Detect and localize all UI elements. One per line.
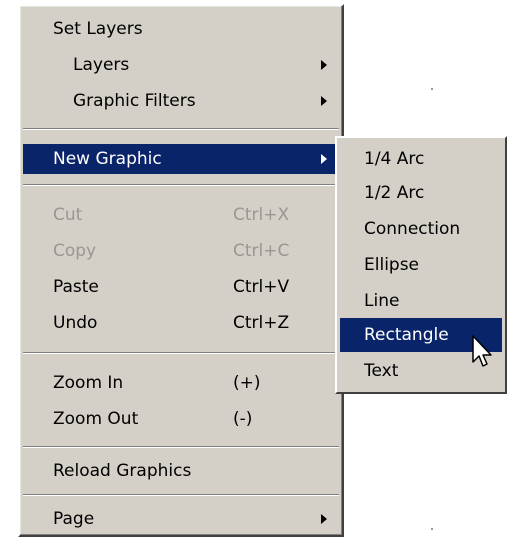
menu-item-reload-graphics[interactable]: Reload Graphics bbox=[23, 456, 339, 486]
submenu-item-label: 1/4 Arc bbox=[364, 149, 425, 169]
menu-item-label: New Graphic bbox=[53, 149, 162, 169]
background-speck bbox=[431, 88, 433, 90]
submenu-arrow-icon bbox=[321, 154, 327, 164]
menu-item-label: Reload Graphics bbox=[53, 461, 192, 481]
menu-item-shortcut: Ctrl+C bbox=[233, 241, 290, 261]
menu-item-label: Layers bbox=[73, 55, 130, 75]
menu-item-paste[interactable]: Paste Ctrl+V bbox=[23, 272, 339, 302]
menu-item-label: Undo bbox=[53, 313, 98, 333]
submenu-item-label: Line bbox=[364, 291, 400, 311]
menu-separator bbox=[23, 446, 339, 448]
submenu-item-half-arc[interactable]: 1/2 Arc bbox=[340, 176, 502, 210]
submenu-item-label: Connection bbox=[364, 219, 461, 239]
menu-item-shortcut: Ctrl+Z bbox=[233, 313, 290, 333]
menu-item-label: Set Layers bbox=[53, 19, 143, 39]
menu-separator bbox=[23, 184, 339, 186]
submenu-item-label: Ellipse bbox=[364, 255, 420, 275]
menu-item-shortcut: (+) bbox=[233, 373, 261, 393]
menu-item-label: Graphic Filters bbox=[73, 91, 196, 111]
mouse-pointer-icon bbox=[472, 335, 492, 367]
submenu-item-label: Rectangle bbox=[364, 325, 449, 345]
menu-separator bbox=[23, 352, 339, 354]
menu-item-shortcut: Ctrl+X bbox=[233, 205, 290, 225]
menu-item-label: Cut bbox=[53, 205, 83, 225]
submenu-arrow-icon bbox=[321, 96, 327, 106]
screen: Set Layers Layers Graphic Filters New Gr… bbox=[0, 0, 526, 541]
menu-item-zoom-out[interactable]: Zoom Out (-) bbox=[23, 404, 339, 434]
menu-item-new-graphic[interactable]: New Graphic bbox=[23, 144, 339, 174]
menu-separator bbox=[23, 494, 339, 496]
menu-item-label: Page bbox=[53, 509, 95, 529]
submenu-arrow-icon bbox=[321, 60, 327, 70]
submenu-item-line[interactable]: Line bbox=[340, 284, 502, 318]
menu-item-set-layers[interactable]: Set Layers bbox=[23, 14, 339, 44]
menu-item-label: Copy bbox=[53, 241, 97, 261]
menu-item-cut[interactable]: Cut Ctrl+X bbox=[23, 200, 339, 230]
context-menu: Set Layers Layers Graphic Filters New Gr… bbox=[18, 4, 344, 537]
menu-item-zoom-in[interactable]: Zoom In (+) bbox=[23, 368, 339, 398]
submenu-item-quarter-arc[interactable]: 1/4 Arc bbox=[340, 142, 502, 176]
menu-item-shortcut: Ctrl+V bbox=[233, 277, 290, 297]
menu-item-graphic-filters[interactable]: Graphic Filters bbox=[23, 86, 339, 116]
submenu-arrow-icon bbox=[321, 514, 327, 524]
menu-item-label: Zoom Out bbox=[53, 409, 139, 429]
menu-item-layers[interactable]: Layers bbox=[23, 50, 339, 80]
menu-separator bbox=[23, 128, 339, 130]
submenu-item-connection[interactable]: Connection bbox=[340, 212, 502, 246]
background-speck bbox=[431, 528, 433, 530]
menu-item-shortcut: (-) bbox=[233, 409, 253, 429]
submenu-item-label: 1/2 Arc bbox=[364, 183, 425, 203]
menu-item-label: Zoom In bbox=[53, 373, 124, 393]
menu-item-undo[interactable]: Undo Ctrl+Z bbox=[23, 308, 339, 338]
menu-item-page[interactable]: Page bbox=[23, 504, 339, 534]
menu-item-label: Paste bbox=[53, 277, 99, 297]
submenu-item-ellipse[interactable]: Ellipse bbox=[340, 248, 502, 282]
menu-item-copy[interactable]: Copy Ctrl+C bbox=[23, 236, 339, 266]
submenu-item-label: Text bbox=[364, 361, 399, 381]
